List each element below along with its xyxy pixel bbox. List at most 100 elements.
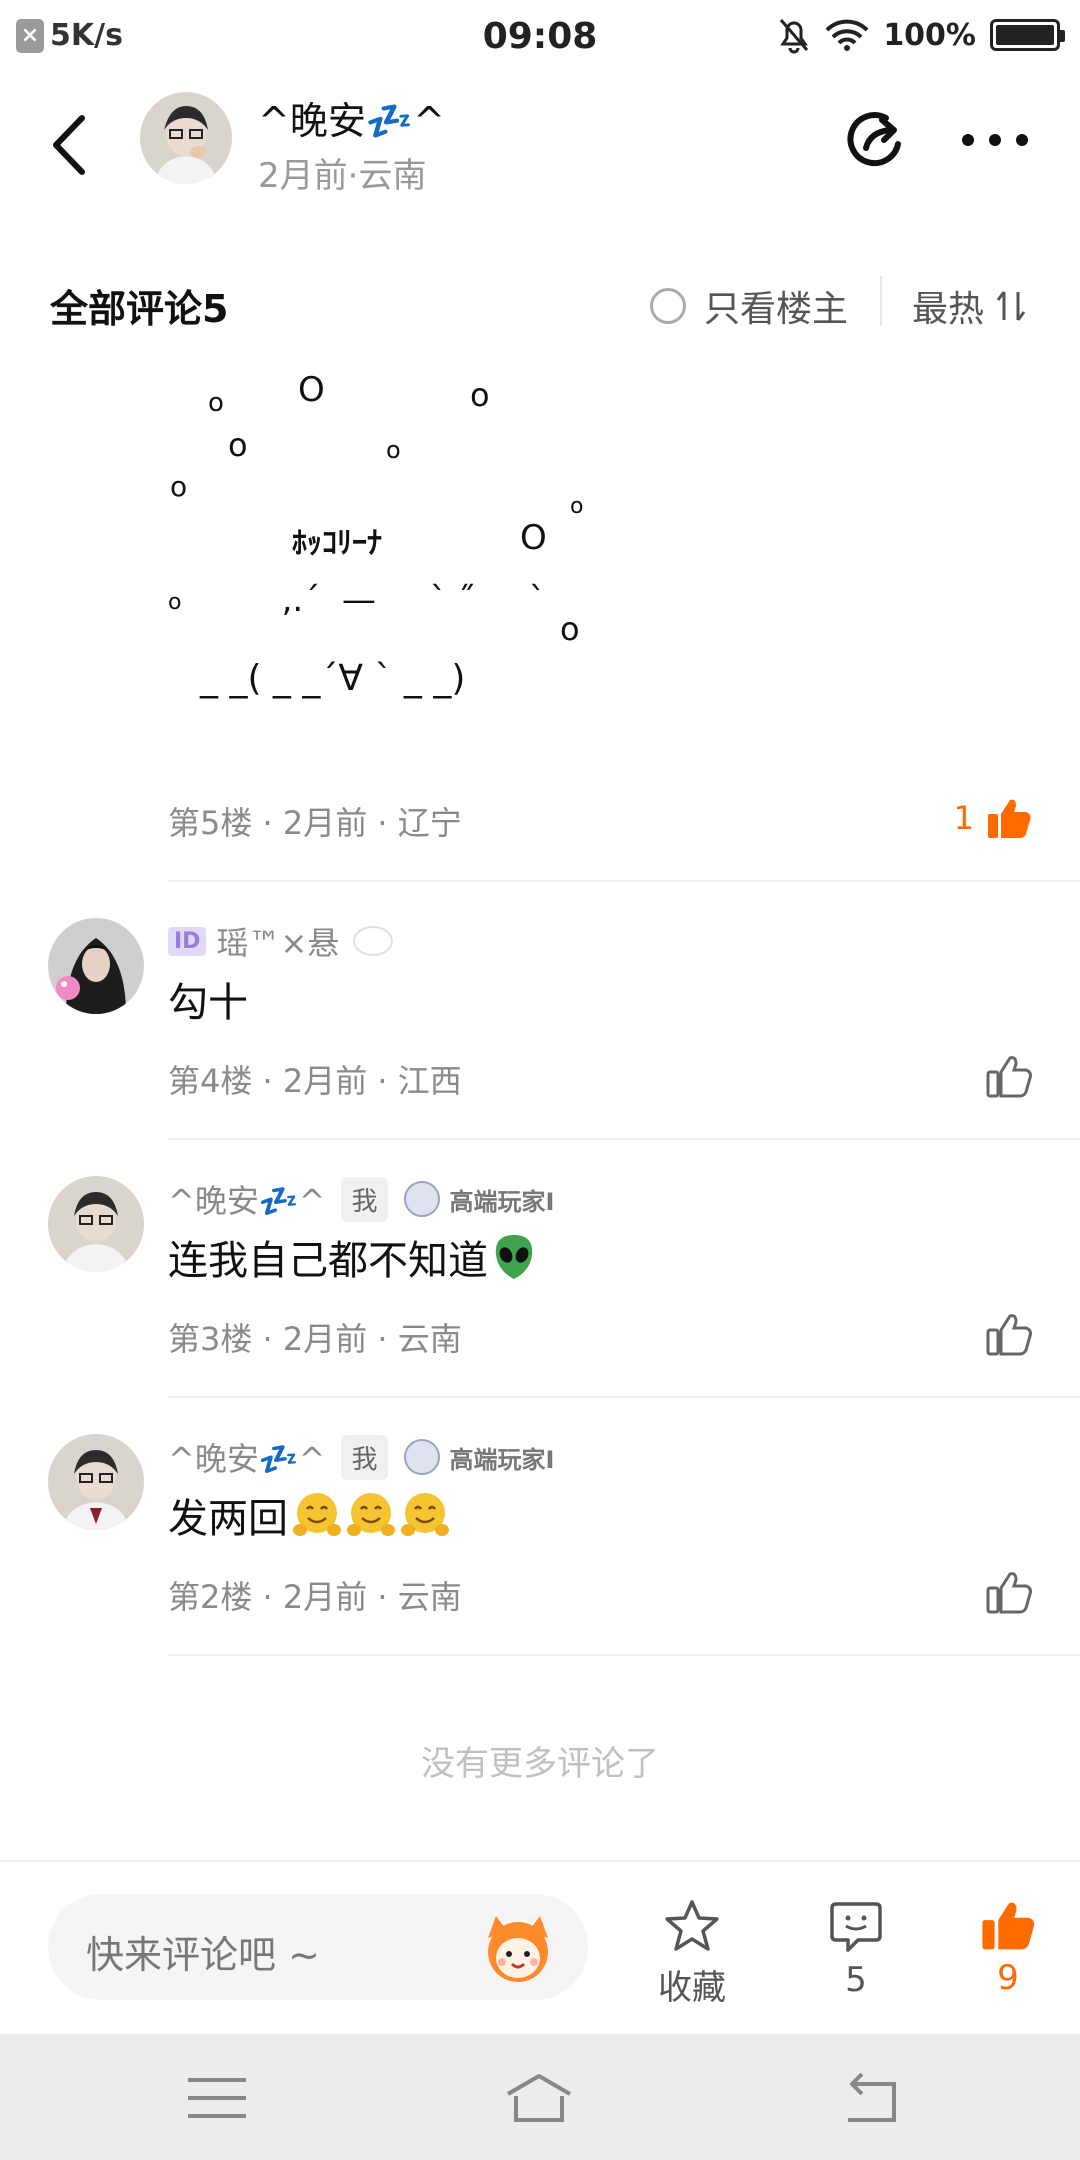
commenter-name[interactable]: 瑶™×悬	[216, 918, 339, 964]
thumbs-up-filled-icon	[982, 1902, 1035, 1950]
comment-text: 连我自己都不知道	[168, 1238, 488, 1284]
menu-icon[interactable]	[182, 2070, 252, 2126]
commenter-avatar[interactable]	[48, 1176, 144, 1272]
ascii-bubble: O	[520, 518, 547, 558]
hugging-emoji-icon	[347, 1493, 395, 1536]
id-badge: ID	[168, 926, 207, 956]
ascii-art-comment: o O o o o o o ﾎｯｺﾘｰﾅ O o ,.´ — ` ˝ ` o _…	[150, 370, 750, 740]
mascot-emoji-icon[interactable]	[478, 1908, 558, 1988]
comment-meta: 第3楼 · 2月前 · 云南	[168, 1320, 462, 1358]
comment-icon	[830, 1902, 882, 1952]
commenter-name-row[interactable]: ID 瑶™×悬	[168, 918, 394, 964]
network-indicator: × 5K/s	[16, 18, 123, 53]
favorite-button[interactable]: 收藏	[632, 1898, 752, 2009]
author-name[interactable]: ^晚安💤^	[258, 90, 445, 145]
net-speed: 5K/s	[50, 18, 123, 53]
favorite-label: 收藏	[658, 1968, 726, 2008]
like-button[interactable]	[986, 1570, 1032, 1614]
commenter-name[interactable]: ^晚安💤^	[168, 1176, 325, 1222]
floor5-like-count: 1	[953, 799, 974, 837]
me-tag: 我	[341, 1176, 388, 1222]
ascii-bubble: o	[228, 426, 248, 464]
floor5-meta: 第5楼 · 2月前 · 辽宁	[168, 804, 462, 842]
share-icon[interactable]	[840, 104, 912, 176]
ascii-bubble: o	[560, 610, 580, 648]
commenter-avatar[interactable]	[48, 918, 144, 1014]
commenter-name-row[interactable]: ^晚安💤^ 我 高端玩家I	[168, 1434, 554, 1480]
comments-button[interactable]: 5	[796, 1898, 916, 2000]
comment-input[interactable]: 快来评论吧 ~	[48, 1894, 588, 2000]
comment-divider	[168, 1396, 1080, 1398]
ascii-caption: ﾎｯｺﾘｰﾅ	[292, 526, 382, 561]
ascii-face-top: ,.´ — ` ˝ `	[260, 580, 546, 620]
ascii-bubble: o	[208, 388, 224, 418]
alien-emoji-icon	[495, 1235, 533, 1279]
hugging-emoji-icon	[401, 1493, 449, 1536]
comment-divider	[168, 880, 1080, 882]
ascii-bubble: o	[170, 470, 188, 503]
speech-bubble-icon	[353, 926, 394, 956]
home-icon[interactable]	[504, 2070, 574, 2126]
no-sim-icon: ×	[16, 18, 44, 53]
thumbs-up-filled-icon	[988, 799, 1031, 838]
back-nav-icon[interactable]	[834, 2070, 904, 2126]
sort-label: 最热	[912, 289, 985, 330]
comment-text: 发两回	[168, 1496, 288, 1542]
status-bar: × 5K/s 09:08 100%	[0, 0, 1080, 72]
battery-level	[996, 25, 1054, 45]
hugging-emoji-icon	[293, 1493, 341, 1536]
ascii-bubble: o	[168, 590, 182, 615]
level-badge-label: 高端玩家I	[449, 1445, 555, 1474]
sort-button[interactable]: 最热	[912, 280, 1028, 332]
status-icons: 100%	[777, 16, 1065, 54]
comments-title: 全部评论5	[50, 287, 229, 331]
radio-button[interactable]	[650, 288, 686, 324]
comment-placeholder: 快来评论吧 ~	[86, 1933, 320, 1977]
bottom-bar-divider	[0, 1860, 1080, 1862]
wifi-icon	[825, 19, 869, 51]
more-icon[interactable]	[960, 122, 1030, 158]
level-badge-label: 高端玩家I	[449, 1187, 555, 1216]
system-nav-bar	[0, 2034, 1080, 2160]
post-comments-screen: × 5K/s 09:08 100% ^晚安💤^ 2月前·云南 全部评论5 只看楼…	[0, 0, 1080, 2160]
only-op-filter[interactable]: 只看楼主	[650, 280, 848, 332]
commenter-name-row[interactable]: ^晚安💤^ 我 高端玩家I	[168, 1176, 554, 1222]
ascii-bubble: o	[386, 436, 401, 464]
ascii-bubble: o	[570, 494, 584, 519]
author-meta: 2月前·云南	[258, 156, 427, 196]
battery-icon	[990, 19, 1065, 51]
commenter-avatar[interactable]	[48, 1434, 144, 1530]
level-badge-icon	[403, 1439, 440, 1475]
comment-divider	[168, 1654, 1080, 1656]
thumbs-up-icon	[986, 1572, 1032, 1614]
header-divider	[880, 276, 882, 326]
comment-meta: 第2楼 · 2月前 · 云南	[168, 1578, 462, 1616]
star-icon	[665, 1900, 719, 1951]
battery-percent: 100%	[883, 17, 976, 53]
level-badge-icon	[403, 1181, 440, 1217]
no-more-comments: 没有更多评论了	[421, 1744, 659, 1784]
comment-divider	[168, 1138, 1080, 1140]
author-avatar[interactable]	[140, 92, 232, 184]
like-button[interactable]	[986, 1312, 1032, 1356]
only-op-label: 只看楼主	[704, 289, 849, 330]
me-tag: 我	[341, 1434, 388, 1480]
ascii-bubble: o	[470, 376, 490, 414]
post-header: ^晚安💤^ 2月前·云南	[0, 72, 1080, 212]
comment-text-row: 连我自己都不知道	[168, 1228, 536, 1286]
ascii-bubble: O	[298, 370, 325, 410]
back-arrow-icon[interactable]	[44, 110, 94, 180]
bell-off-icon	[780, 19, 809, 54]
post-like-button[interactable]: 9	[948, 1898, 1068, 1998]
comment-text: 勾十	[168, 980, 248, 1026]
ascii-face-bottom: _ _( _ _´∀ ` _ _)	[200, 658, 466, 699]
comment-count: 5	[845, 1960, 867, 2000]
floor5-like-button[interactable]: 1	[954, 796, 1032, 840]
comment-text-row: 发两回	[168, 1486, 450, 1544]
sort-icon	[996, 291, 1026, 321]
thumbs-up-icon	[986, 1056, 1032, 1098]
post-like-count: 9	[997, 1958, 1019, 1998]
comment-meta: 第4楼 · 2月前 · 江西	[168, 1062, 462, 1100]
commenter-name[interactable]: ^晚安💤^	[168, 1434, 325, 1480]
like-button[interactable]	[986, 1054, 1032, 1098]
